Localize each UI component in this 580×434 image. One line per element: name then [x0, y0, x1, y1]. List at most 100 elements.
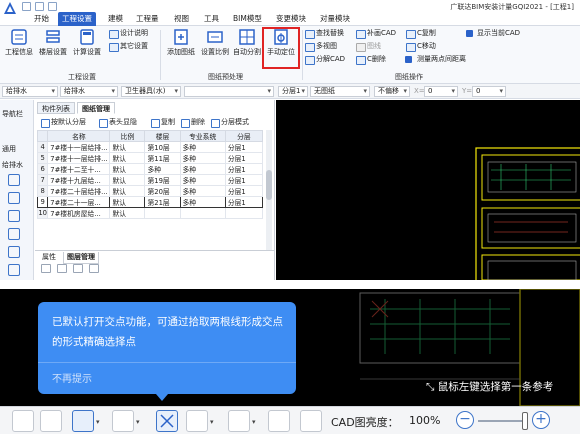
accessory-icon[interactable] [8, 264, 20, 276]
menu-tab-compare-module[interactable]: 对量模块 [316, 12, 354, 26]
column-header[interactable]: 楼层 [144, 130, 181, 142]
table-cell[interactable]: 第10层 [144, 141, 181, 153]
table-row[interactable]: 9 7#楼二十一层... 默认 第21层 多种 分层1 [36, 196, 264, 208]
polyline-icon[interactable] [300, 410, 322, 432]
object-snap-dropdown-icon[interactable]: ▾ [96, 418, 100, 426]
menu-tab-bim-model[interactable]: BIM模型 [229, 12, 266, 26]
save-icon[interactable] [22, 2, 31, 11]
nav-active-item[interactable]: 给排水 [0, 160, 34, 170]
offset-point-dropdown-icon[interactable]: ▾ [252, 418, 256, 426]
system-select[interactable]: 给排水 [60, 86, 118, 97]
table-cell[interactable]: 默认 [109, 207, 146, 219]
valve-icon[interactable] [8, 210, 20, 222]
column-header[interactable]: 比例 [109, 130, 146, 142]
table-cell[interactable]: 7#楼二十层给排... [47, 185, 111, 197]
brightness-decrease-button[interactable]: − [456, 411, 474, 429]
drawing-table-scrollbar[interactable] [266, 130, 272, 250]
sanitary-fixture-icon[interactable] [8, 174, 20, 186]
brightness-increase-button[interactable]: + [532, 411, 550, 429]
discipline-select[interactable]: 给排水 [2, 86, 58, 97]
table-cell[interactable]: 分层1 [224, 185, 264, 197]
y-offset-input[interactable]: 0 [472, 86, 506, 97]
table-row[interactable]: 6 7#楼十二至十... 默认 多种 多种 分层1 [36, 163, 264, 175]
table-cell[interactable] [144, 207, 181, 219]
table-cell[interactable]: 多种 [179, 141, 226, 153]
layer-lock-icon[interactable] [89, 264, 99, 273]
layer-show-icon[interactable] [41, 264, 51, 273]
brightness-slider-track[interactable] [478, 420, 528, 422]
table-cell[interactable]: 第20层 [144, 185, 181, 197]
redo-icon[interactable] [48, 2, 57, 11]
pipe-icon[interactable] [8, 192, 20, 204]
calc-settings-button[interactable]: 计算设置 [70, 28, 104, 66]
other-settings-button[interactable]: 其它设置 [108, 41, 148, 52]
table-cell[interactable]: 分层1 [224, 163, 264, 175]
menu-tab-start[interactable]: 开始 [30, 12, 53, 26]
find-replace-button[interactable]: 查找替换 [304, 28, 344, 39]
table-cell[interactable]: 多种 [144, 163, 181, 175]
design-notes-button[interactable]: 设计说明 [108, 28, 148, 39]
header-toggle-button[interactable]: 表头显隐 [99, 117, 137, 128]
layer-mode-button[interactable]: 分层模式 [211, 117, 249, 128]
menu-tab-change-module[interactable]: 变更模块 [272, 12, 310, 26]
table-cell[interactable]: 默认 [109, 141, 146, 153]
table-cell[interactable]: 默认 [109, 163, 146, 175]
table-cell[interactable]: 分层1 [224, 196, 264, 208]
column-header[interactable]: 名称 [47, 130, 111, 142]
table-cell[interactable]: 分层1 [224, 174, 264, 186]
explode-cad-button[interactable]: 分解CAD [304, 54, 345, 65]
layer-hide-icon[interactable] [57, 264, 67, 273]
menu-tab-quantity[interactable]: 工程量 [132, 12, 163, 26]
measure-distance-checkbox[interactable]: 测量两点间距离 [405, 54, 466, 65]
table-row[interactable]: 4 7#楼十一层给排... 默认 第10层 多种 分层1 [36, 141, 264, 153]
show-current-cad-checkbox[interactable]: 显示当前CAD [466, 28, 520, 39]
table-cell[interactable]: 多种 [179, 152, 226, 164]
auto-split-button[interactable]: 自动分割 [230, 28, 264, 66]
tab-component-list[interactable]: 构件列表 [37, 102, 75, 114]
table-cell[interactable]: 第21层 [144, 196, 181, 208]
dont-show-again-link[interactable]: 不再提示 [52, 370, 92, 385]
tab-properties[interactable]: 属性 [39, 252, 59, 263]
table-cell[interactable]: 7#楼机房屋给... [47, 207, 111, 219]
table-cell[interactable]: 多种 [179, 185, 226, 197]
c-move-button[interactable]: C移动 [405, 41, 436, 52]
cad-canvas[interactable] [276, 100, 580, 280]
table-cell[interactable]: 7#楼十二至十... [47, 163, 111, 175]
brightness-slider-knob[interactable] [522, 412, 528, 430]
table-cell[interactable]: 多种 [179, 163, 226, 175]
table-cell[interactable]: 7#楼二十一层... [47, 196, 111, 208]
print-region-icon[interactable] [268, 410, 290, 432]
table-cell[interactable]: 7#楼十九层给... [47, 174, 111, 186]
delete-button[interactable]: 删除 [181, 117, 205, 128]
redraw-cad-button[interactable]: 补画CAD [355, 28, 396, 39]
tab-drawing-management[interactable]: 图纸管理 [77, 102, 115, 114]
table-row[interactable]: 5 7#楼十一层给排... 默认 第11层 多种 分层1 [36, 152, 264, 164]
object-snap-icon[interactable] [72, 410, 94, 432]
copy-button[interactable]: 复制 [151, 117, 175, 128]
lines-button[interactable]: 图线 [355, 41, 381, 52]
c-delete-button[interactable]: C删除 [355, 54, 386, 65]
3d-box-dropdown-icon[interactable]: ▾ [136, 418, 140, 426]
equipment-icon[interactable] [8, 246, 20, 258]
table-cell[interactable]: 默认 [109, 185, 146, 197]
3d-box-icon[interactable] [112, 410, 134, 432]
table-cell[interactable]: 7#楼十一层给排... [47, 152, 111, 164]
scrollbar-thumb[interactable] [266, 170, 272, 200]
layer-select[interactable]: 分层1 [278, 86, 308, 97]
offset-mode-select[interactable]: 不偏移 [374, 86, 410, 97]
fitting-icon[interactable] [8, 228, 20, 240]
table-cell[interactable]: 第11层 [144, 152, 181, 164]
table-cell[interactable] [224, 207, 264, 219]
table-cell[interactable]: 默认 [109, 196, 146, 208]
table-cell[interactable]: 分层1 [224, 141, 264, 153]
table-cell[interactable]: 默认 [109, 152, 146, 164]
drawing-select[interactable]: 无图纸 [310, 86, 370, 97]
project-info-button[interactable]: 工程信息 [2, 28, 36, 66]
menu-tab-view[interactable]: 视图 [170, 12, 193, 26]
x-offset-input[interactable]: 0 [424, 86, 458, 97]
table-cell[interactable]: 第19层 [144, 174, 181, 186]
component-type-select[interactable]: 卫生器具(水) [121, 86, 181, 97]
table-cell[interactable]: 多种 [179, 174, 226, 186]
layer-filter-icon[interactable] [73, 264, 83, 273]
tab-layer-management[interactable]: 图层管理 [63, 252, 99, 264]
